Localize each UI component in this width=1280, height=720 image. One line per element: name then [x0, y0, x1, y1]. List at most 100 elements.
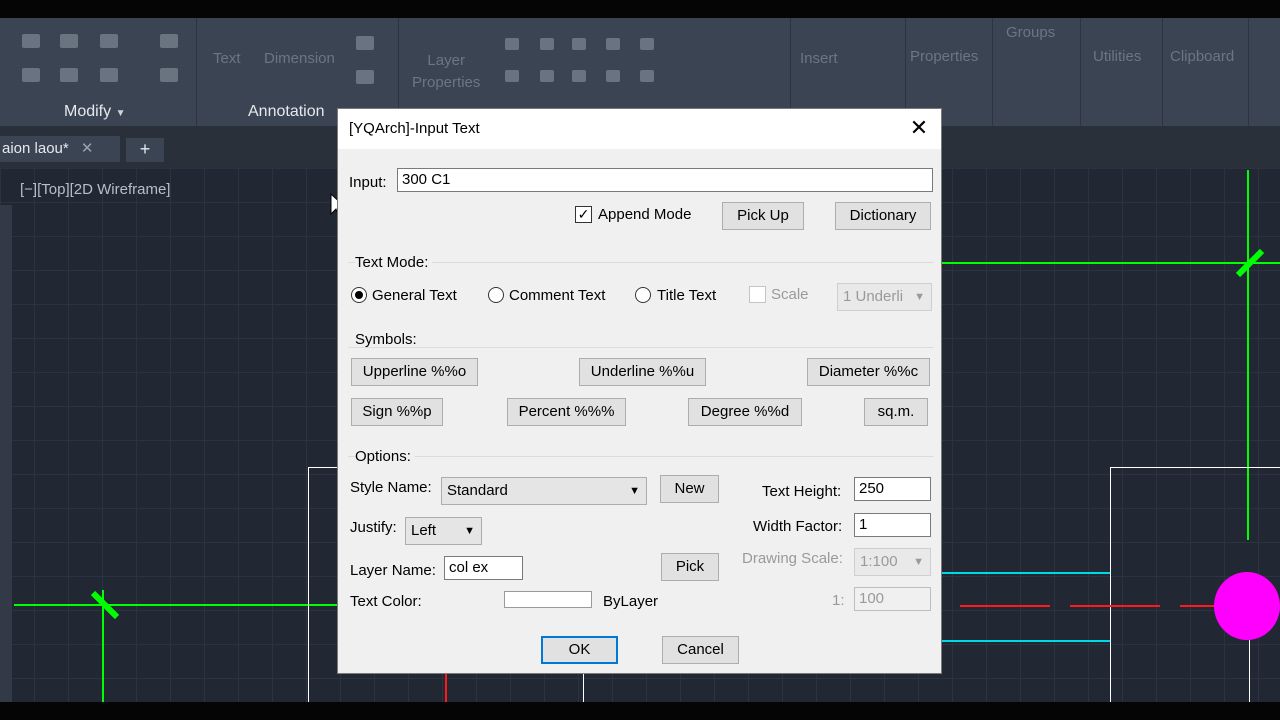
layer-tool-icon[interactable]	[572, 38, 586, 50]
text-height-field[interactable]: 250	[854, 477, 931, 501]
modify-panel-label: Modify	[64, 103, 112, 120]
scale-checkbox[interactable]	[749, 286, 766, 303]
red-axis	[445, 674, 447, 702]
clipboard-tool[interactable]: Clipboard	[1170, 48, 1234, 65]
new-style-button[interactable]: New	[660, 475, 719, 503]
input-text-dialog: [YQArch]-Input Text ✕ Input: 300 C1 ✓ Ap…	[337, 108, 942, 674]
scale-value-field[interactable]: 100	[854, 587, 931, 611]
groups-tool[interactable]: Groups	[1006, 24, 1055, 41]
new-tab-button[interactable]: +	[126, 138, 164, 162]
upperline-button[interactable]: Upperline %%o	[351, 358, 478, 386]
top-bar	[0, 0, 1280, 18]
symbols-label: Symbols:	[355, 331, 417, 348]
sqm-button[interactable]: sq.m.	[864, 398, 928, 426]
close-icon[interactable]: ✕	[81, 140, 94, 157]
style-name-label: Style Name:	[350, 479, 432, 496]
insert-tool[interactable]: Insert	[800, 50, 838, 67]
erase-icon[interactable]	[160, 68, 178, 82]
stretch-icon[interactable]	[22, 68, 40, 82]
options-label: Options:	[355, 448, 415, 465]
underline-button[interactable]: Underline %%u	[579, 358, 706, 386]
percent-button[interactable]: Percent %%%	[507, 398, 626, 426]
justify-select[interactable]: Left ▼	[405, 517, 482, 545]
layer-tool-icon[interactable]	[640, 38, 654, 50]
underline-select[interactable]: 1 Underli ▼	[837, 283, 932, 311]
tool-palette-strip[interactable]	[0, 205, 12, 702]
viewport-label[interactable]: [−][Top][2D Wireframe]	[20, 181, 170, 198]
text-color-swatch[interactable]	[504, 591, 592, 608]
white-wall	[1249, 640, 1250, 702]
file-tab-label: aion laou*	[2, 140, 69, 157]
layer-tool-icon[interactable]	[540, 38, 554, 50]
general-text-label[interactable]: General Text	[372, 287, 457, 304]
layer-tool-icon[interactable]	[540, 70, 554, 82]
leader-icon[interactable]	[356, 36, 374, 50]
layer-tool-icon[interactable]	[640, 70, 654, 82]
close-icon[interactable]: ✕	[907, 115, 931, 141]
title-text-radio[interactable]	[635, 287, 651, 303]
layer-tool-icon[interactable]	[505, 38, 519, 50]
comment-text-radio[interactable]	[488, 287, 504, 303]
annotation-panel-title[interactable]: Annotation	[248, 103, 325, 121]
chevron-down-icon: ▼	[629, 485, 640, 497]
file-tab[interactable]: aion laou* ✕	[0, 136, 120, 162]
diameter-button[interactable]: Diameter %%c	[807, 358, 930, 386]
input-label: Input:	[349, 174, 387, 191]
table-icon[interactable]	[356, 70, 374, 84]
title-text-label[interactable]: Title Text	[657, 287, 716, 304]
append-mode-label[interactable]: Append Mode	[598, 206, 691, 223]
layer-tool-icon[interactable]	[606, 38, 620, 50]
comment-text-label[interactable]: Comment Text	[509, 287, 605, 304]
dialog-title: [YQArch]-Input Text	[349, 120, 480, 137]
text-height-label: Text Height:	[762, 483, 842, 500]
chevron-down-icon: ▼	[464, 525, 475, 537]
green-gridline	[942, 262, 1280, 264]
layer-tool-icon[interactable]	[572, 70, 586, 82]
scale-label: Scale	[771, 286, 809, 303]
chevron-down-icon: ▼	[914, 291, 925, 303]
layer-tool-icon[interactable]	[505, 70, 519, 82]
options-group	[348, 456, 934, 457]
text-mode-group	[348, 262, 934, 263]
white-wall	[583, 674, 584, 702]
input-field[interactable]: 300 C1	[397, 168, 933, 192]
text-mode-label: Text Mode:	[355, 254, 433, 271]
append-mode-checkbox[interactable]: ✓	[575, 206, 592, 223]
layer-properties-tool[interactable]: Layer Properties	[412, 50, 480, 94]
move-icon[interactable]	[22, 34, 40, 48]
width-factor-label: Width Factor:	[753, 518, 843, 535]
array-icon[interactable]	[160, 34, 178, 48]
scale-icon[interactable]	[60, 68, 78, 82]
drawing-scale-select[interactable]: 1:100 ▼	[854, 548, 931, 576]
justify-value: Left	[411, 522, 437, 539]
array-rect-icon[interactable]	[100, 68, 118, 82]
dialog-titlebar[interactable]: [YQArch]-Input Text ✕	[338, 109, 941, 149]
ok-button[interactable]: OK	[541, 636, 618, 664]
cancel-button[interactable]: Cancel	[662, 636, 739, 664]
dimension-tool[interactable]: Dimension	[264, 50, 335, 67]
pick-layer-button[interactable]: Pick	[661, 553, 719, 581]
drawing-scale-value: 1:100	[860, 553, 898, 570]
cyan-line	[942, 572, 1110, 574]
bottom-bar	[0, 702, 1280, 720]
general-text-radio[interactable]	[351, 287, 367, 303]
properties-tool[interactable]: Properties	[910, 48, 978, 65]
layer-tool-icon[interactable]	[606, 70, 620, 82]
style-name-select[interactable]: Standard ▼	[441, 477, 647, 505]
magenta-column-marker	[1214, 572, 1280, 640]
dictionary-button[interactable]: Dictionary	[835, 202, 931, 230]
cyan-line	[942, 640, 1110, 642]
mirror-icon[interactable]	[60, 34, 78, 48]
chevron-down-icon: ▼	[913, 556, 924, 568]
pick-up-button[interactable]: Pick Up	[722, 202, 804, 230]
modify-panel-title[interactable]: Modify ▼	[64, 103, 125, 121]
width-factor-field[interactable]: 1	[854, 513, 931, 537]
utilities-tool[interactable]: Utilities	[1093, 48, 1141, 65]
style-name-value: Standard	[447, 482, 508, 499]
sign-button[interactable]: Sign %%p	[351, 398, 443, 426]
white-wall	[1110, 467, 1280, 468]
layer-name-field[interactable]: col ex	[444, 556, 523, 580]
text-tool[interactable]: Text	[213, 50, 241, 67]
degree-button[interactable]: Degree %%d	[688, 398, 802, 426]
fillet-icon[interactable]	[100, 34, 118, 48]
